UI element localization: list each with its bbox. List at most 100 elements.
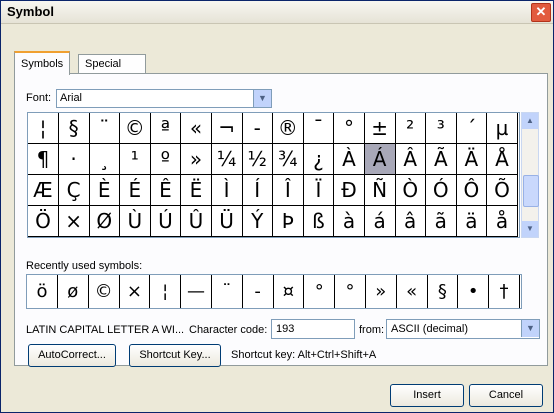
symbol-cell[interactable]: Ä — [456, 144, 488, 175]
symbol-cell[interactable]: µ — [487, 113, 518, 144]
close-button[interactable]: ✕ — [531, 3, 551, 22]
symbol-cell[interactable]: ¦ — [28, 113, 59, 144]
symbol-cell[interactable]: Ì — [211, 175, 243, 206]
symbol-cell[interactable]: Õ — [487, 175, 518, 206]
symbol-cell[interactable]: ° — [334, 113, 365, 144]
cancel-button[interactable]: Cancel — [469, 384, 543, 407]
symbol-cell[interactable]: Ð — [334, 175, 365, 206]
symbol-cell[interactable]: ª — [150, 113, 182, 144]
symbol-cell[interactable]: Ü — [211, 206, 243, 237]
symbol-cell[interactable]: « — [181, 113, 212, 144]
symbol-cell[interactable]: Ã — [425, 144, 457, 175]
symbol-cell[interactable]: Ï — [303, 175, 335, 206]
symbol-cell[interactable]: Ñ — [364, 175, 396, 206]
recent-symbol-cell[interactable]: × — [119, 275, 151, 308]
symbol-cell[interactable]: ß — [303, 206, 335, 237]
symbol-cell[interactable]: Ê — [150, 175, 182, 206]
symbol-cell[interactable]: Å — [487, 144, 518, 175]
symbol-cell[interactable]: § — [58, 113, 90, 144]
symbol-cell[interactable]: ¶ — [28, 144, 59, 175]
symbol-cell[interactable]: É — [119, 175, 151, 206]
recent-symbol-cell[interactable]: ö — [27, 275, 58, 308]
recent-symbol-cell[interactable]: ¤ — [273, 275, 305, 308]
scroll-up-icon[interactable]: ▲ — [522, 113, 538, 129]
recent-symbol-cell[interactable]: ¦ — [150, 275, 182, 308]
symbol-cell[interactable]: ½ — [242, 144, 274, 175]
symbol-cell[interactable]: â — [395, 206, 427, 237]
symbol-cell[interactable]: À — [334, 144, 365, 175]
chevron-down-icon[interactable]: ▼ — [521, 320, 539, 337]
symbol-cell[interactable]: ¹ — [119, 144, 151, 175]
symbol-cell[interactable]: ¨ — [89, 113, 121, 144]
symbol-cell[interactable]: Û — [181, 206, 212, 237]
symbol-cell[interactable]: Ö — [28, 206, 59, 237]
symbol-cell[interactable]: ¯ — [303, 113, 335, 144]
character-code-label: Character code: — [189, 324, 268, 336]
symbol-cell[interactable]: » — [181, 144, 212, 175]
symbol-cell[interactable]: - — [242, 113, 274, 144]
symbol-cell[interactable]: Î — [272, 175, 304, 206]
from-dropdown[interactable]: ASCII (decimal) ▼ — [386, 319, 540, 339]
symbol-cell[interactable]: ¬ — [211, 113, 243, 144]
symbol-grid-scrollbar[interactable]: ▲ ▼ — [521, 112, 539, 238]
recent-symbol-cell[interactable]: » — [366, 275, 397, 308]
symbol-cell[interactable]: Ú — [150, 206, 182, 237]
recent-symbol-cell[interactable]: ø — [58, 275, 89, 308]
symbol-cell[interactable]: Ý — [242, 206, 274, 237]
symbol-cell[interactable]: Ç — [58, 175, 90, 206]
symbol-cell[interactable]: Ø — [89, 206, 121, 237]
recent-symbol-cell[interactable]: - — [243, 275, 274, 308]
symbol-cell[interactable]: Á — [364, 144, 396, 175]
symbol-cell[interactable]: Ù — [119, 206, 151, 237]
font-dropdown[interactable]: Arial ▼ — [56, 89, 272, 108]
recent-symbol-cell[interactable]: © — [89, 275, 120, 308]
character-code-value: 193 — [276, 323, 295, 335]
scroll-down-icon[interactable]: ▼ — [522, 221, 538, 237]
symbol-cell[interactable]: Þ — [272, 206, 304, 237]
symbol-cell[interactable]: ² — [395, 113, 427, 144]
symbol-cell[interactable]: å — [487, 206, 518, 237]
tab-special-characters[interactable]: Special Characters — [78, 54, 146, 88]
recent-symbol-cell[interactable]: ¨ — [212, 275, 243, 308]
recent-symbol-cell[interactable]: ° — [304, 275, 336, 308]
recent-symbol-cell[interactable]: — — [181, 275, 212, 308]
symbol-cell[interactable]: ¿ — [303, 144, 335, 175]
scrollbar-thumb[interactable] — [523, 175, 539, 207]
recent-symbol-cell[interactable]: • — [458, 275, 490, 308]
symbol-cell[interactable]: ä — [456, 206, 488, 237]
tab-symbols[interactable]: Symbols — [14, 51, 71, 75]
character-code-field[interactable]: 193 — [271, 319, 355, 339]
symbol-cell[interactable]: ¸ — [89, 144, 121, 175]
symbol-cell[interactable]: ¼ — [211, 144, 243, 175]
symbol-cell[interactable]: · — [58, 144, 90, 175]
symbol-cell[interactable]: Ô — [456, 175, 488, 206]
chevron-down-icon[interactable]: ▼ — [253, 90, 271, 107]
symbol-cell[interactable]: ® — [272, 113, 304, 144]
recent-symbol-cell[interactable]: ° — [335, 275, 366, 308]
insert-button[interactable]: Insert — [390, 384, 464, 407]
symbol-cell[interactable]: º — [150, 144, 182, 175]
symbol-cell[interactable]: ¾ — [272, 144, 304, 175]
symbol-cell[interactable]: © — [119, 113, 151, 144]
autocorrect-button[interactable]: AutoCorrect... — [28, 344, 116, 367]
symbol-cell[interactable]: Ë — [181, 175, 212, 206]
recent-symbol-cell[interactable]: § — [427, 275, 459, 308]
symbol-cell[interactable]: Í — [242, 175, 274, 206]
symbol-cell[interactable]: ã — [425, 206, 457, 237]
recent-symbol-cell[interactable]: « — [397, 275, 428, 308]
title-bar: Symbol ✕ — [1, 1, 553, 24]
symbol-cell[interactable]: ³ — [425, 113, 457, 144]
symbol-cell[interactable]: á — [364, 206, 396, 237]
symbol-cell[interactable]: ± — [364, 113, 396, 144]
symbol-cell[interactable]: ´ — [456, 113, 488, 144]
symbol-cell[interactable]: Ó — [425, 175, 457, 206]
symbol-cell[interactable]: Â — [395, 144, 427, 175]
from-value: ASCII (decimal) — [391, 323, 469, 335]
symbol-cell[interactable]: È — [89, 175, 121, 206]
recent-symbol-cell[interactable]: † — [489, 275, 520, 308]
symbol-cell[interactable]: Æ — [28, 175, 59, 206]
symbol-cell[interactable]: Ò — [395, 175, 427, 206]
shortcut-key-button[interactable]: Shortcut Key... — [129, 344, 221, 367]
symbol-cell[interactable]: à — [334, 206, 365, 237]
symbol-cell[interactable]: × — [58, 206, 90, 237]
